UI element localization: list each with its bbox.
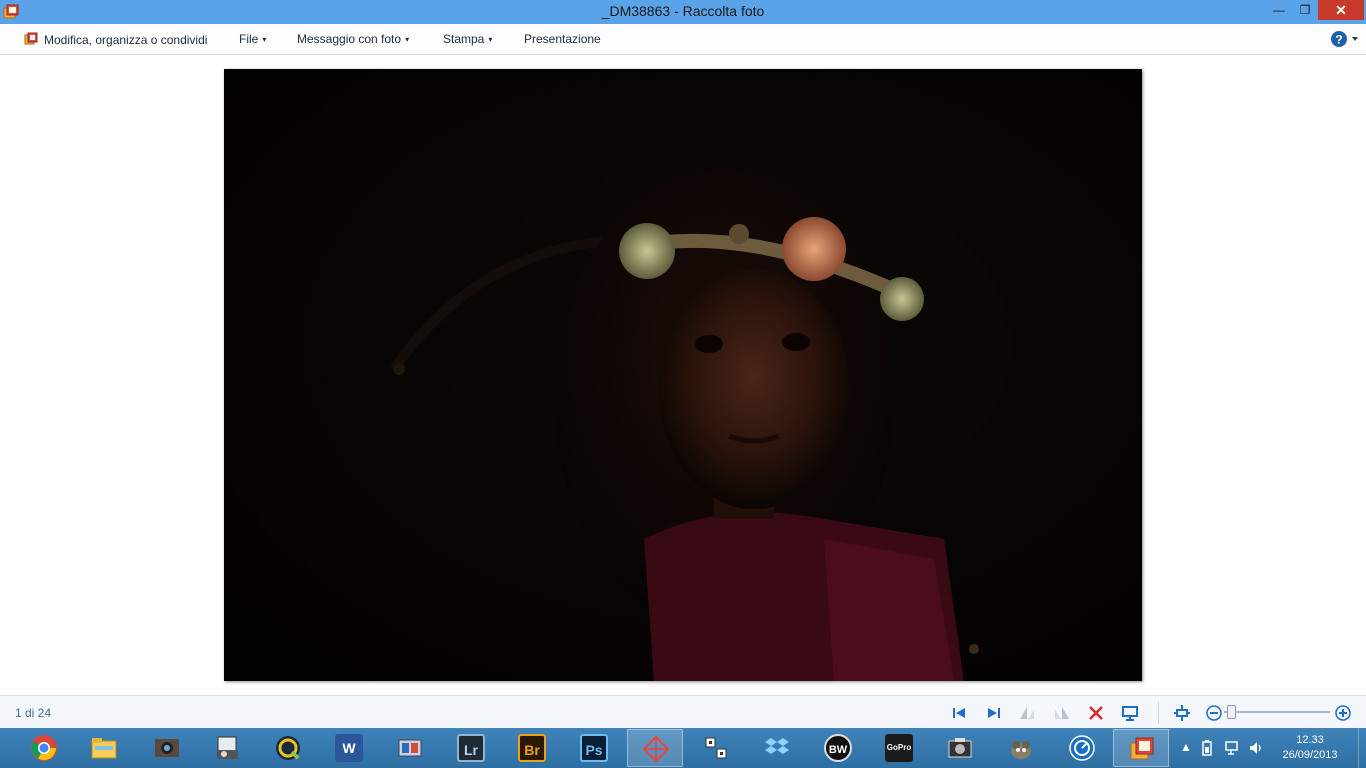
taskbar-app-scanner[interactable] (200, 729, 256, 767)
help-icon[interactable]: ? (1330, 30, 1360, 48)
email-menu-label: Messaggio con foto (297, 32, 402, 46)
zoom-in-icon[interactable] (1334, 704, 1352, 722)
slideshow-menu-label: Presentazione (524, 32, 601, 46)
edit-organize-share-menu[interactable]: Modifica, organizza o condividi (24, 32, 207, 47)
clock-date: 26/09/2013 (1282, 749, 1338, 761)
network-icon (642, 735, 670, 763)
slideshow-icon[interactable] (1121, 704, 1139, 722)
taskbar-app-camera[interactable] (139, 729, 195, 767)
show-desktop-button[interactable] (1358, 728, 1366, 768)
chrome-icon (31, 735, 57, 761)
taskbar-app-dashboard[interactable] (1054, 729, 1110, 767)
photo-image[interactable] (224, 69, 1142, 681)
taskbar: W Lr Br Ps BW GoPro ▲ 12.33 26/09/2013 (0, 728, 1366, 768)
scanner-icon (217, 736, 238, 759)
taskbar-app-gopro[interactable]: GoPro (871, 729, 927, 767)
zoom-out-icon[interactable] (1205, 704, 1223, 722)
slideshow-menu[interactable]: Presentazione (524, 32, 601, 46)
media-app-icon (398, 739, 422, 757)
word-icon: W (335, 734, 363, 762)
zoom-slider-thumb[interactable] (1226, 705, 1236, 719)
photo-viewer[interactable] (0, 55, 1366, 695)
last-icon[interactable] (985, 704, 1003, 722)
taskbar-app-screenshot[interactable] (932, 729, 988, 767)
volume-icon[interactable] (1248, 740, 1264, 756)
taskbar-app-lightroom[interactable]: Lr (443, 729, 499, 767)
taskbar-app-word[interactable]: W (321, 729, 377, 767)
taskbar-app-quicktime[interactable] (260, 729, 316, 767)
gopro-icon: GoPro (885, 734, 913, 762)
gimp-icon (1011, 741, 1031, 759)
delete-icon[interactable] (1087, 704, 1105, 722)
first-icon[interactable] (950, 704, 968, 722)
chevron-down-icon: ▾ (488, 35, 493, 44)
photo-gallery-icon (1130, 737, 1154, 760)
screenshot-icon (948, 738, 972, 758)
folder-icon (91, 738, 117, 759)
qr-icon (705, 737, 727, 759)
restore-button[interactable]: ❐ (1292, 0, 1318, 20)
email-menu[interactable]: Messaggio con foto ▾ (297, 32, 409, 46)
edit-icon (24, 32, 38, 45)
taskbar-app-network[interactable] (627, 729, 683, 767)
bridge-icon: Br (518, 734, 546, 762)
minimize-button[interactable]: — (1266, 0, 1292, 20)
window-title: _DM38863 - Raccolta foto (601, 3, 765, 19)
battery-icon[interactable] (1200, 740, 1214, 756)
title-bar: _DM38863 - Raccolta foto — ❐ ✕ (0, 0, 1366, 24)
file-menu-label: File (239, 32, 259, 46)
taskbar-app-file-explorer[interactable] (76, 729, 132, 767)
close-button[interactable]: ✕ (1318, 0, 1364, 20)
taskbar-app-media[interactable] (382, 729, 438, 767)
quicktime-icon (276, 736, 300, 760)
print-menu-label: Stampa (443, 32, 485, 46)
taskbar-app-bridge[interactable]: Br (504, 729, 560, 767)
taskbar-app-photoshop[interactable]: Ps (566, 729, 622, 767)
rotate-left-icon[interactable] (1018, 704, 1036, 722)
photo-counter: 1 di 24 (15, 706, 52, 720)
zoom-slider-track[interactable] (1224, 711, 1330, 713)
camera-icon (155, 739, 179, 757)
photoshop-icon: Ps (580, 734, 608, 762)
fit-icon[interactable] (1173, 704, 1191, 722)
taskbar-app-qr[interactable] (688, 729, 744, 767)
taskbar-app-gimp[interactable] (993, 729, 1049, 767)
divider (1158, 702, 1159, 724)
chevron-down-icon: ▾ (405, 35, 410, 44)
network-status-icon[interactable] (1224, 740, 1240, 756)
dashboard-icon (1069, 735, 1095, 761)
taskbar-app-photo-gallery[interactable] (1113, 729, 1169, 767)
print-menu[interactable]: Stampa ▾ (443, 32, 492, 46)
taskbar-app-bw[interactable]: BW (810, 729, 866, 767)
dropbox-icon (765, 738, 789, 754)
taskbar-app-chrome[interactable] (16, 729, 72, 767)
chevron-down-icon: ▾ (262, 35, 267, 44)
lightroom-icon: Lr (457, 734, 485, 762)
file-menu[interactable]: File ▾ (239, 32, 266, 46)
edit-menu-label: Modifica, organizza o condividi (44, 33, 208, 47)
svg-text:?: ? (1335, 33, 1342, 47)
photo-rendering (224, 69, 1142, 681)
system-clock[interactable]: 12.33 26/09/2013 (1278, 733, 1342, 763)
clock-time: 12.33 (1296, 734, 1324, 746)
bw-icon: BW (824, 734, 852, 762)
tray-expand-icon[interactable]: ▲ (1180, 740, 1192, 754)
taskbar-app-dropbox[interactable] (749, 729, 805, 767)
menu-bar: Modifica, organizza o condividi File ▾ Me… (0, 24, 1366, 55)
rotate-right-icon[interactable] (1053, 704, 1071, 722)
control-bar: 1 di 24 (0, 695, 1366, 728)
